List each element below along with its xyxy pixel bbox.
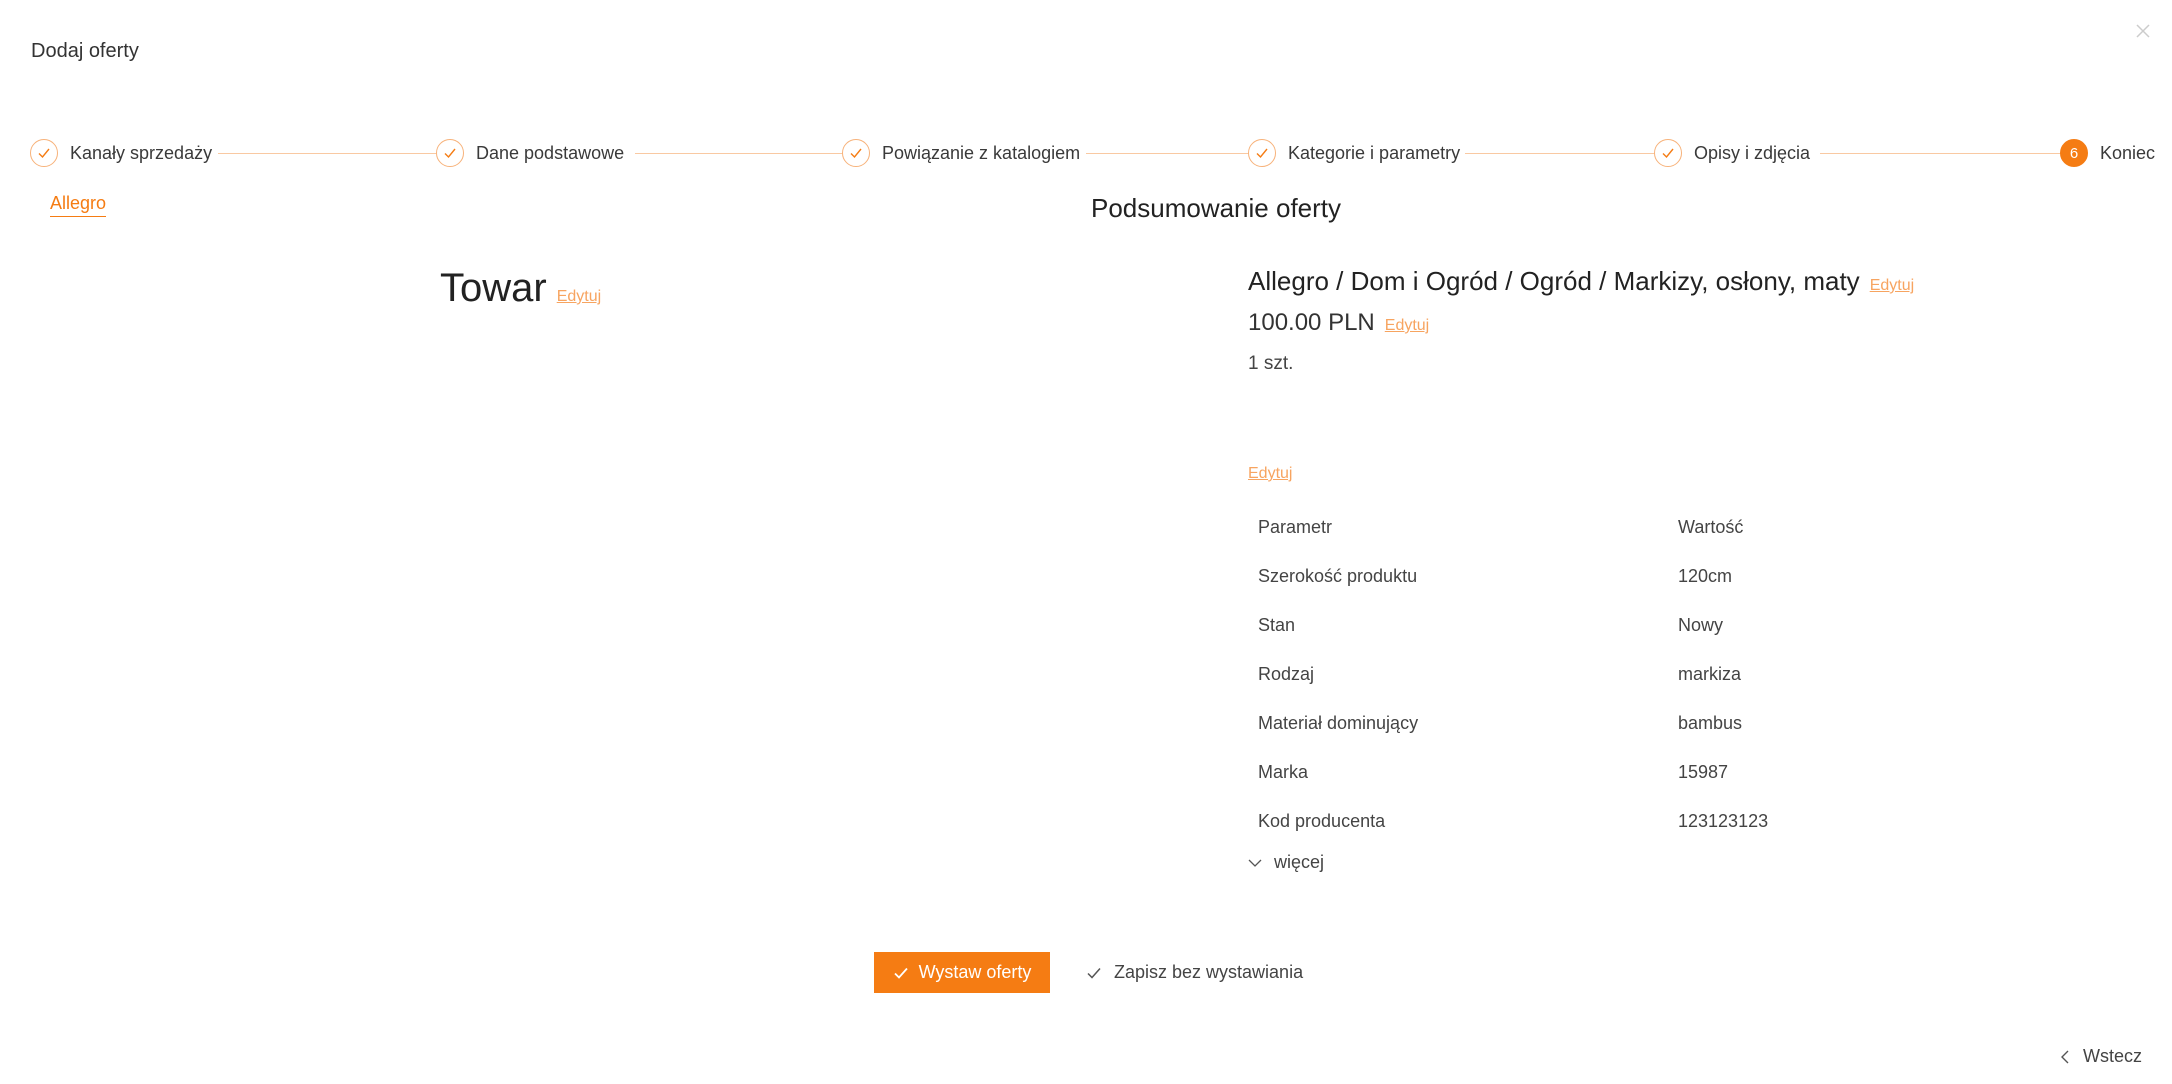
table-row: Szerokość produktu 120cm — [1248, 552, 2098, 601]
product-title: Towar — [440, 266, 547, 310]
price: 100.00 PLN — [1248, 309, 1375, 336]
step-label: Dane podstawowe — [476, 142, 625, 163]
table-row: Kod producenta 123123123 — [1248, 797, 2098, 846]
check-icon — [30, 139, 58, 167]
save-without-publishing-button[interactable]: Zapisz bez wystawiania — [1080, 952, 1309, 993]
check-icon — [893, 967, 908, 979]
chevron-down-icon — [1248, 859, 1262, 867]
param-name: Stan — [1258, 615, 1296, 635]
price-block: 100.00 PLN Edytuj — [1248, 309, 2098, 337]
check-icon — [1087, 967, 1101, 979]
header-param: Parametr — [1258, 517, 1333, 537]
dialog-title: Dodaj oferty — [31, 40, 139, 62]
table-row: Stan Nowy — [1248, 601, 2098, 650]
category-path: Allegro / Dom i Ogród / Ogród / Markizy,… — [1248, 266, 1860, 296]
step-sales-channels[interactable]: Kanały sprzedaży — [30, 138, 212, 168]
table-header-row: Parametr Wartość — [1248, 503, 2098, 552]
param-name: Rodzaj — [1258, 664, 1315, 684]
param-name: Marka — [1258, 762, 1309, 782]
step-number: 6 — [2060, 139, 2088, 167]
step-connector — [1086, 153, 1264, 154]
more-toggle[interactable]: więcej — [1248, 852, 2098, 873]
check-icon — [1248, 139, 1276, 167]
close-icon[interactable] — [2132, 20, 2154, 42]
summary-title-text: Podsumowanie oferty — [1090, 193, 1342, 223]
save-label: Zapisz bez wystawiania — [1114, 962, 1304, 982]
param-value: 120cm — [1678, 566, 1733, 586]
step-descriptions-photos[interactable]: Opisy i zdjęcia — [1654, 138, 1810, 168]
product-title-block: Towar Edytuj — [440, 266, 601, 311]
param-name: Kod producenta — [1258, 811, 1386, 831]
step-label: Kanały sprzedaży — [70, 142, 213, 163]
step-catalog-link[interactable]: Powiązanie z katalogiem — [842, 138, 1080, 168]
quantity: 1 szt. — [1248, 353, 1294, 374]
check-icon — [436, 139, 464, 167]
param-value: bambus — [1678, 713, 1743, 733]
offer-details: Allegro / Dom i Ogród / Ogród / Markizy,… — [1248, 266, 2098, 873]
param-name: Szerokość produktu — [1258, 566, 1418, 586]
summary-title: Podsumowanie oferty — [0, 193, 2172, 224]
step-categories-params[interactable]: Kategorie i parametry — [1248, 138, 1460, 168]
edit-params-link[interactable]: Edytuj — [1248, 465, 1292, 483]
step-finish[interactable]: 6 Koniec — [2060, 138, 2155, 168]
step-connector — [1465, 153, 1665, 154]
table-row: Materiał dominujący bambus — [1248, 699, 2098, 748]
param-value: markiza — [1678, 664, 1742, 684]
step-label: Opisy i zdjęcia — [1694, 142, 1811, 163]
step-connector — [1820, 153, 2072, 154]
edit-category-link[interactable]: Edytuj — [1870, 277, 1914, 295]
stepper: Kanały sprzedaży Dane podstawowe Powiąza… — [30, 138, 2162, 168]
param-value: 15987 — [1678, 762, 1729, 782]
check-icon — [1654, 139, 1682, 167]
step-connector — [218, 153, 452, 154]
edit-price-link[interactable]: Edytuj — [1385, 317, 1429, 335]
step-connector — [635, 153, 855, 154]
table-row: Marka 15987 — [1248, 748, 2098, 797]
category-block: Allegro / Dom i Ogród / Ogród / Markizy,… — [1248, 266, 2098, 297]
back-button[interactable]: Wstecz — [2059, 1046, 2142, 1067]
step-label: Powiązanie z katalogiem — [882, 142, 1081, 163]
param-name: Materiał dominujący — [1258, 713, 1419, 733]
publish-offers-button[interactable]: Wystaw oferty — [874, 952, 1050, 993]
more-label: więcej — [1274, 852, 1325, 872]
step-label: Koniec — [2100, 142, 2156, 163]
back-label: Wstecz — [2082, 1046, 2142, 1066]
chevron-left-icon — [2060, 1050, 2069, 1063]
params-table: Parametr Wartość Szerokość produktu 120c… — [1248, 503, 2098, 846]
step-label: Kategorie i parametry — [1288, 142, 1461, 163]
check-icon — [842, 139, 870, 167]
table-row: Rodzaj markiza — [1248, 650, 2098, 699]
header-value: Wartość — [1678, 517, 1744, 537]
publish-label: Wystaw oferty — [918, 962, 1032, 982]
param-value: 123123123 — [1678, 811, 1769, 831]
edit-title-link[interactable]: Edytuj — [557, 288, 601, 306]
param-value: Nowy — [1678, 615, 1724, 635]
step-basic-data[interactable]: Dane podstawowe — [436, 138, 624, 168]
